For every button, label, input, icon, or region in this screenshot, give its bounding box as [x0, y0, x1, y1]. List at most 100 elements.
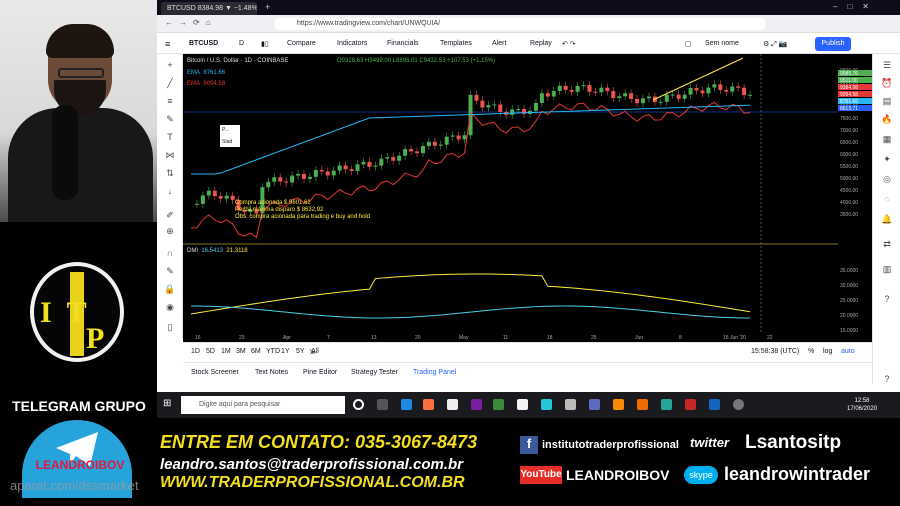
app-icon-2[interactable]	[471, 399, 482, 410]
alerts-icon[interactable]: ⏰	[873, 78, 900, 89]
data-window-icon[interactable]: ▤	[873, 96, 900, 107]
tab-pine-editor[interactable]: Pine Editor	[303, 369, 337, 376]
presenter-body	[8, 108, 153, 222]
candle-body	[379, 158, 384, 166]
ruler-icon[interactable]: ✐	[157, 210, 183, 221]
calendar-icon[interactable]: ▦	[873, 134, 900, 145]
cortana-icon[interactable]	[353, 399, 364, 410]
log-toggle[interactable]: log	[823, 348, 832, 355]
lock-icon[interactable]: 🔒	[157, 284, 183, 295]
new-tab-button[interactable]: +	[265, 2, 270, 12]
browser-tab[interactable]: BTCUSD 8384.98 ▼ −1.48% Se	[161, 2, 257, 15]
financials-button[interactable]: Financials	[387, 40, 419, 47]
brush-icon[interactable]: ✎	[157, 114, 183, 125]
nav-buttons[interactable]: ←→⟳⌂	[165, 18, 217, 27]
tab-text-notes[interactable]: Text Notes	[255, 369, 288, 376]
app-icon-8[interactable]	[613, 399, 624, 410]
templates-button[interactable]: Templates	[440, 40, 472, 47]
date-tick: 25	[591, 335, 597, 341]
tab-strategy-tester[interactable]: Strategy Tester	[351, 369, 398, 376]
app-icon-1[interactable]	[447, 399, 458, 410]
price-chart[interactable]: Bitcoin / U.S. Dollar · 1D · COINBASE O9…	[183, 54, 838, 342]
window-controls[interactable]: –□✕	[833, 2, 879, 11]
range-1d[interactable]: 1D	[191, 348, 200, 355]
range-5y[interactable]: 5Y	[296, 348, 305, 355]
hotlist-icon[interactable]: 🔥	[873, 114, 900, 125]
app-icon-12[interactable]	[733, 399, 744, 410]
range-1y[interactable]: 1Y	[281, 348, 290, 355]
app-icon-5[interactable]	[541, 399, 552, 410]
app-icon-7[interactable]	[589, 399, 600, 410]
publish-button[interactable]: Publish	[815, 37, 851, 51]
settings-icon[interactable]: ⚙ ⤢ 📷	[763, 40, 787, 49]
skype-icon: skype	[684, 466, 718, 484]
crosshair-icon[interactable]: +	[157, 60, 183, 70]
chats-icon[interactable]: ◌	[873, 194, 900, 204]
tab-stock-screener[interactable]: Stock Screener	[191, 369, 239, 376]
order-label-box[interactable]: P... Stad	[220, 125, 240, 147]
candle-body	[486, 105, 491, 108]
undo-icon[interactable]: ↶ ↷	[562, 40, 576, 48]
interval-button[interactable]: D	[239, 40, 244, 47]
app-icon-11[interactable]	[685, 399, 696, 410]
price-tag: 9384.98	[840, 85, 858, 91]
arrow-down-icon[interactable]: ↓	[157, 186, 183, 196]
word-icon[interactable]	[709, 399, 720, 410]
pattern-icon[interactable]: ⋈	[157, 150, 183, 161]
layout-icon[interactable]: ▢	[685, 40, 692, 48]
range-3m[interactable]: 3M	[236, 348, 246, 355]
replay-button[interactable]: Replay	[530, 40, 552, 47]
trash-icon[interactable]: ▯	[157, 322, 183, 333]
magnet-icon[interactable]: ∩	[157, 248, 183, 258]
candle-body	[272, 177, 277, 182]
utc-time[interactable]: 15:58:38 (UTC)	[751, 348, 799, 355]
app-icon-4[interactable]	[517, 399, 528, 410]
percent-toggle[interactable]: %	[808, 348, 814, 355]
app-icon-3[interactable]	[493, 399, 504, 410]
taskview-icon[interactable]	[377, 399, 388, 410]
help-icon[interactable]: ?	[873, 294, 900, 304]
windows-start-icon[interactable]: ⊞	[163, 398, 171, 409]
trendline-icon[interactable]: ╱	[157, 78, 183, 89]
fib-icon[interactable]: ≡	[157, 96, 183, 106]
app-icon-10[interactable]	[661, 399, 672, 410]
date-range-icon[interactable]: ⇲	[309, 348, 315, 356]
url-field[interactable]: https://www.tradingview.com/chart/UNWQUI…	[275, 18, 765, 30]
taskbar-search[interactable]: Digite aqui para pesquisar	[181, 396, 345, 414]
range-ytd[interactable]: YTD	[266, 348, 280, 355]
alert-button[interactable]: Alert	[492, 40, 506, 47]
tab-trading-panel[interactable]: Trading Panel	[413, 369, 456, 376]
right-widget-bar: ☰ ⏰ ▤ 🔥 ▦ ✦ ◎ ◌ 🔔 ⇄ ▥ ? ?	[872, 54, 900, 384]
firefox-icon[interactable]	[423, 399, 434, 410]
help-bottom-icon[interactable]: ?	[873, 374, 900, 384]
app-icon-9[interactable]	[637, 399, 648, 410]
date-tick: Apr	[283, 335, 291, 341]
zoom-icon[interactable]: ⊕	[157, 226, 183, 237]
compare-button[interactable]: Compare	[287, 40, 316, 47]
symbol-search[interactable]: BTCUSD	[189, 40, 218, 47]
text-icon[interactable]: T	[157, 132, 183, 142]
range-5d[interactable]: 5D	[206, 348, 215, 355]
windows-taskbar: ⊞ Digite aqui para pesquisar 12:58 17/06…	[157, 392, 900, 418]
chart-type-icon[interactable]: ▮▯	[261, 40, 269, 48]
menu-icon[interactable]: ≡	[165, 39, 170, 49]
range-6m[interactable]: 6M	[251, 348, 261, 355]
auto-toggle[interactable]: auto	[841, 348, 855, 355]
streams-icon[interactable]: ◎	[873, 174, 900, 185]
layout-name-button[interactable]: Sem nome	[705, 40, 739, 47]
lock-drawing-icon[interactable]: ✎	[157, 266, 183, 277]
edge-icon[interactable]	[401, 399, 412, 410]
range-1m[interactable]: 1M	[221, 348, 231, 355]
order-panel-icon[interactable]: ⇄	[873, 239, 900, 250]
app-icon-6[interactable]	[565, 399, 576, 410]
ideas-icon[interactable]: ✦	[873, 154, 900, 165]
dom-icon[interactable]: ▥	[873, 264, 900, 275]
eye-icon[interactable]: ◉	[157, 302, 183, 313]
notifications-icon[interactable]: 🔔	[873, 214, 900, 225]
candle-body	[480, 100, 485, 108]
prediction-icon[interactable]: ⇅	[157, 168, 183, 179]
indicators-button[interactable]: Indicators	[337, 40, 367, 47]
price-axis[interactable]: 9500.009000.008500.008000.007500.007000.…	[838, 54, 872, 334]
watchlist-icon[interactable]: ☰	[873, 60, 900, 71]
date-axis[interactable]: 16 23 Apr 7 13 20 May 11 18 25 Jun 8 15 Jun '20 22	[183, 332, 872, 342]
